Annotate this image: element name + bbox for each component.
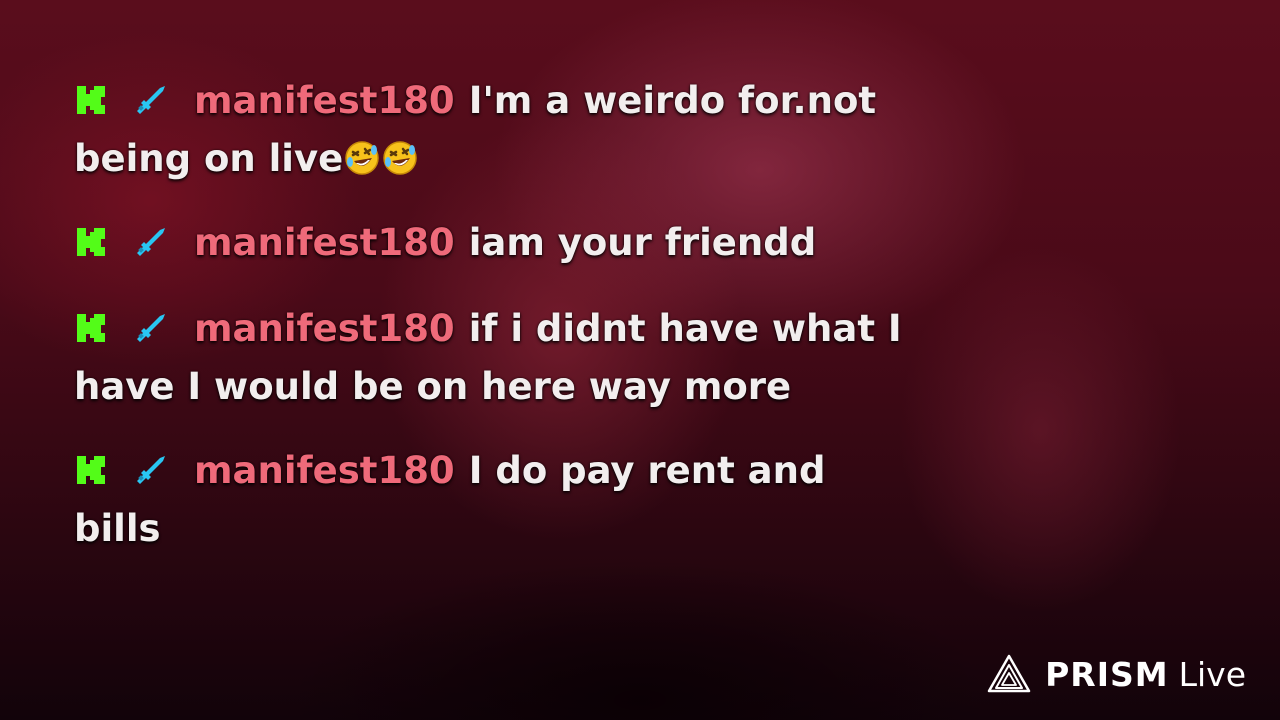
rolling-on-floor-laughing-emoji — [343, 139, 381, 177]
prism-logo-icon — [987, 654, 1031, 694]
rolling-on-floor-laughing-emoji — [381, 139, 419, 177]
chat-message-text: iam your friendd — [468, 221, 817, 264]
kick-logo-icon — [74, 83, 108, 117]
chat-username[interactable]: manifest180 — [194, 79, 455, 122]
sword-icon — [134, 225, 168, 259]
chat-username[interactable]: manifest180 — [194, 221, 455, 264]
video-stage: manifest180 I'm a weirdo for.not being on… — [0, 0, 1280, 720]
sword-icon — [134, 83, 168, 117]
chat-message: manifest180 I do pay rent and bills — [74, 442, 924, 558]
chat-message: manifest180 I'm a weirdo for.not being on… — [74, 72, 924, 188]
sword-icon — [134, 453, 168, 487]
prism-live-watermark: PRISM Live — [987, 652, 1246, 696]
kick-logo-icon — [74, 225, 108, 259]
chat-overlay: manifest180 I'm a weirdo for.not being on… — [74, 0, 924, 720]
brand-name: PRISM — [1045, 654, 1169, 694]
kick-logo-icon — [74, 311, 108, 345]
kick-logo-icon — [74, 453, 108, 487]
chat-username[interactable]: manifest180 — [194, 449, 455, 492]
sword-icon — [134, 311, 168, 345]
chat-username[interactable]: manifest180 — [194, 307, 455, 350]
brand-suffix: Live — [1178, 654, 1246, 694]
chat-message: manifest180 if i didnt have what I have I… — [74, 300, 924, 416]
chat-message: manifest180 iam your friendd — [74, 214, 924, 272]
